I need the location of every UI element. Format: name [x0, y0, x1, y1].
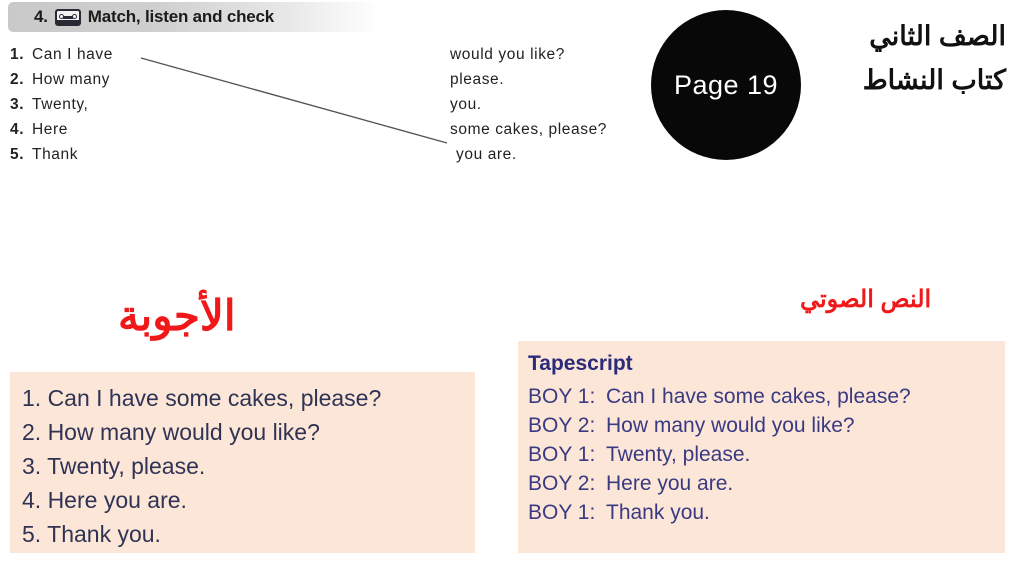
exercise-header-bar: 4. Match, listen and check — [8, 2, 380, 32]
match-left-text: Thank — [32, 146, 79, 163]
match-right-item[interactable]: you. — [450, 92, 680, 117]
tapescript-text: Can I have some cakes, please? — [606, 385, 911, 408]
match-right-item[interactable]: would you like? — [450, 42, 680, 67]
answers-box: 1. Can I have some cakes, please? 2. How… — [10, 372, 475, 553]
tapescript-line: BOY 1: Twenty, please. — [528, 440, 1005, 469]
tapescript-text: Here you are. — [606, 472, 734, 495]
book-title-label: كتاب النشاط — [862, 65, 1006, 95]
tapescript-line: BOY 1: Thank you. — [528, 498, 1005, 527]
match-left-number: 5. — [10, 146, 25, 163]
match-left-number: 4. — [10, 121, 25, 138]
tapescript-speaker: BOY 1: — [528, 443, 596, 466]
match-left-number: 3. — [10, 96, 25, 113]
page-number-badge: Page 19 — [651, 10, 801, 160]
tapescript-heading: النص الصوتي — [800, 286, 932, 313]
match-left-item[interactable]: 2. How many — [10, 67, 240, 92]
match-left-text: Here — [32, 121, 68, 138]
match-right-column: would you like? please. you. some cakes,… — [450, 42, 680, 167]
match-left-item[interactable]: 5. Thank — [10, 142, 240, 167]
grade-label: الصف الثاني — [869, 21, 1006, 51]
tapescript-line: BOY 2: Here you are. — [528, 469, 1005, 498]
match-left-item[interactable]: 3. Twenty, — [10, 92, 240, 117]
tapescript-text: Thank you. — [606, 501, 710, 524]
tapescript-speaker: BOY 2: — [528, 414, 596, 437]
answer-line: 3. Twenty, please. — [22, 453, 206, 479]
book-info: الصف الثاني كتاب النشاط — [863, 14, 1006, 102]
answer-line: 5. Thank you. — [22, 521, 161, 547]
tapescript-line: BOY 2: How many would you like? — [528, 411, 1005, 440]
tapescript-title: Tapescript — [528, 352, 633, 375]
match-left-item[interactable]: 4. Here — [10, 117, 240, 142]
tapescript-speaker: BOY 2: — [528, 472, 596, 495]
exercise-number: 4. — [34, 7, 48, 26]
match-left-number: 2. — [10, 71, 25, 88]
match-left-number: 1. — [10, 46, 25, 63]
answer-line: 4. Here you are. — [22, 487, 187, 513]
cassette-tape-icon — [54, 8, 81, 26]
tapescript-speaker: BOY 1: — [528, 501, 596, 524]
tapescript-box: Tapescript BOY 1: Can I have some cakes,… — [518, 341, 1005, 553]
answer-line: 2. How many would you like? — [22, 419, 320, 445]
match-right-item[interactable]: please. — [450, 67, 680, 92]
match-left-item[interactable]: 1. Can I have — [10, 42, 240, 67]
match-left-text: Twenty, — [32, 96, 89, 113]
tapescript-line: BOY 1: Can I have some cakes, please? — [528, 382, 1005, 411]
tapescript-text: Twenty, please. — [606, 443, 751, 466]
page-number-label: Page 19 — [673, 69, 779, 100]
match-left-column: 1. Can I have 2. How many 3. Twenty, 4. Here… — [10, 42, 240, 167]
tapescript-text: How many would you like? — [606, 414, 855, 437]
match-left-text: Can I have — [32, 46, 113, 63]
answers-heading: الأجوبة — [118, 292, 236, 339]
match-right-item[interactable]: you are. — [450, 142, 680, 167]
exercise-title: Match, listen and check — [87, 7, 275, 26]
tapescript-speaker: BOY 1: — [528, 385, 596, 408]
match-left-text: How many — [32, 71, 111, 88]
match-right-item[interactable]: some cakes, please? — [450, 117, 680, 142]
answer-line: 1. Can I have some cakes, please? — [22, 385, 382, 411]
